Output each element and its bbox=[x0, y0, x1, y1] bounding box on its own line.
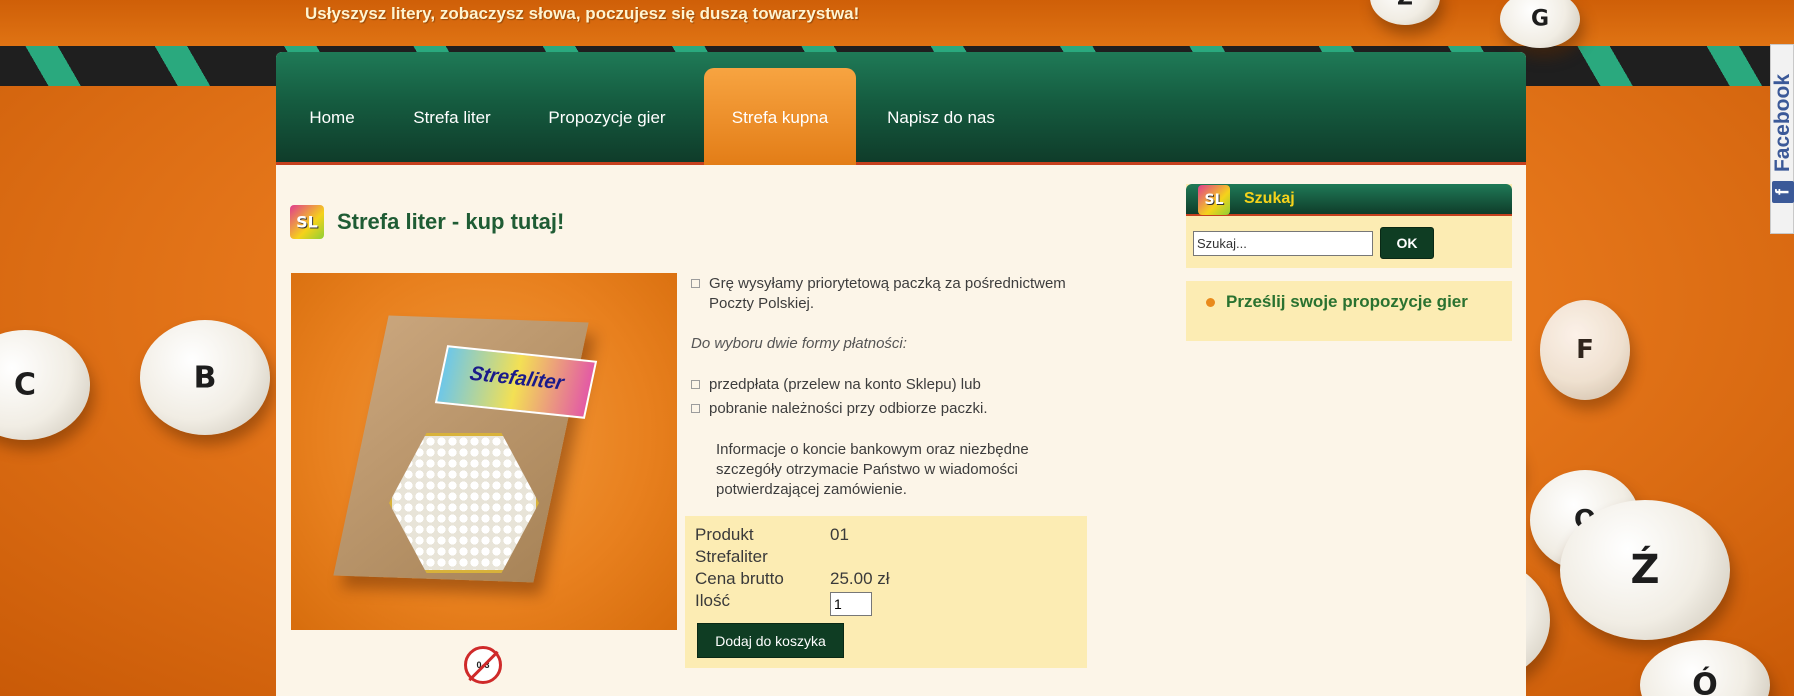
main-navigation: Home Strefa liter Propozycje gier Strefa… bbox=[276, 52, 1526, 165]
facebook-icon: f bbox=[1772, 181, 1794, 203]
background-tile: B bbox=[140, 320, 270, 435]
nav-item-napisz-do-nas[interactable]: Napisz do nas bbox=[876, 68, 1006, 165]
price-label: Cena brutto bbox=[695, 569, 784, 588]
facebook-label: Facebook bbox=[1771, 73, 1794, 173]
payment-option: przedpłata (przelew na konto Sklepu) lub bbox=[691, 375, 1071, 395]
product-value: 01 bbox=[830, 525, 849, 544]
product-label: Produkt bbox=[695, 525, 754, 544]
page-title: Strefa liter - kup tutaj! bbox=[337, 209, 565, 234]
nav-item-strefa-kupna[interactable]: Strefa kupna bbox=[704, 68, 856, 165]
content-area: SL Strefa liter - kup tutaj! Strefaliter… bbox=[276, 168, 1526, 696]
search-title: Szukaj bbox=[1244, 190, 1295, 207]
order-form: Produkt 01 Strefaliter Cena brutto 25.00… bbox=[685, 516, 1087, 668]
facebook-tab[interactable]: Facebook f bbox=[1770, 44, 1794, 234]
payment-option: pobranie należności przy odbiorze paczki… bbox=[691, 399, 1071, 419]
price-value: 25.00 zł bbox=[830, 569, 890, 588]
bullet-dot-icon bbox=[1206, 298, 1215, 307]
add-to-cart-button[interactable]: Dodaj do koszyka bbox=[697, 623, 844, 658]
shipping-info: Grę wysyłamy priorytetową paczką za pośr… bbox=[691, 274, 1071, 314]
search-header: SL Szukaj bbox=[1186, 184, 1512, 216]
no-children-warning-icon: 0-3 bbox=[464, 646, 502, 684]
background-tile: Ź bbox=[1560, 500, 1730, 640]
product-image: Strefaliter bbox=[291, 273, 677, 630]
search-logo-icon: SL bbox=[1198, 185, 1230, 215]
quantity-input[interactable] bbox=[830, 592, 872, 616]
product-name: Strefaliter bbox=[695, 547, 768, 566]
quantity-label: Ilość bbox=[695, 591, 730, 610]
proposal-panel: Prześlij swoje propozycje gier bbox=[1186, 281, 1512, 341]
payment-heading: Do wyboru dwie formy płatności: bbox=[691, 335, 907, 352]
search-input[interactable] bbox=[1193, 231, 1373, 256]
background-tile: F bbox=[1540, 300, 1630, 400]
bank-info-text: Informacje o koncie bankowym oraz niezbę… bbox=[716, 441, 1029, 498]
nav-item-strefa-liter[interactable]: Strefa liter bbox=[396, 68, 508, 165]
nav-item-home[interactable]: Home bbox=[294, 68, 370, 165]
nav-item-propozycje-gier[interactable]: Propozycje gier bbox=[532, 68, 682, 165]
search-panel: SL Szukaj OK bbox=[1186, 184, 1512, 268]
site-logo-icon: SL bbox=[290, 205, 324, 239]
site-tagline: Usłyszysz litery, zobaczysz słowa, poczu… bbox=[305, 4, 860, 23]
submit-proposals-link[interactable]: Prześlij swoje propozycje gier bbox=[1226, 292, 1496, 312]
search-ok-button[interactable]: OK bbox=[1380, 227, 1434, 259]
